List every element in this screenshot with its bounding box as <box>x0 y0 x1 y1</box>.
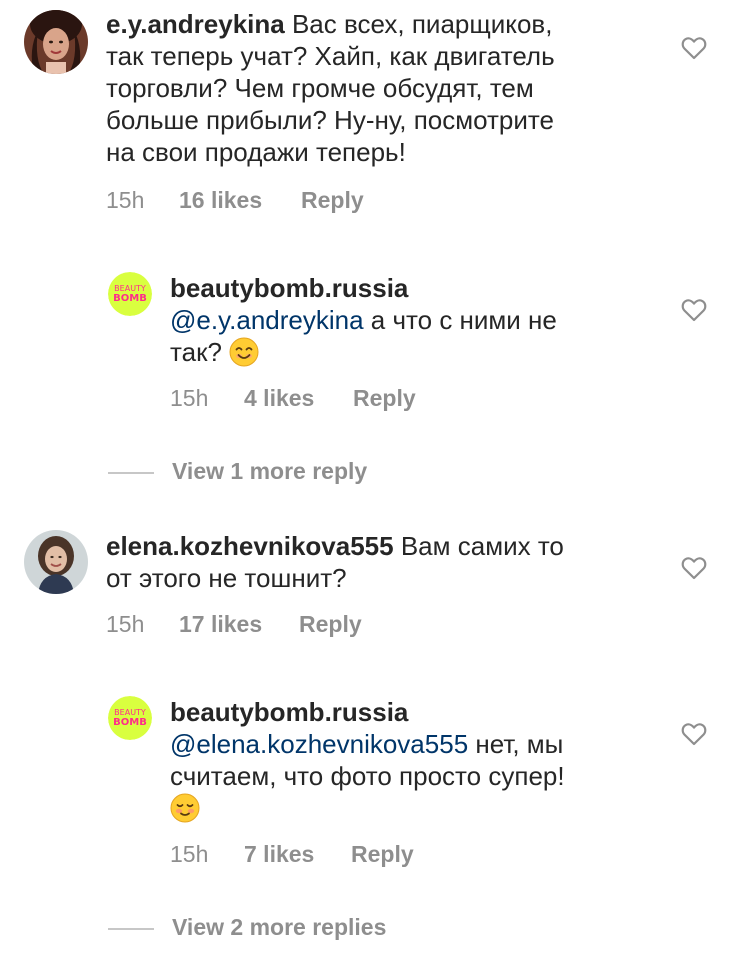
user-photo-icon <box>24 530 88 594</box>
comment-text-line: Вас всех, пиарщиков, <box>284 9 553 39</box>
blushing-smile-icon <box>170 793 200 823</box>
comment-text-line: торговли? Чем громче обсудят, тем <box>106 73 534 103</box>
comment-meta: 15h 17 likes Reply <box>106 610 506 638</box>
comment-text-line: так? <box>170 337 230 367</box>
svg-text:BEAUTY: BEAUTY <box>114 708 146 717</box>
comment-meta: 15h 4 likes Reply <box>170 384 570 412</box>
avatar-beautybomb-russia[interactable]: BEAUTY BOMB <box>108 272 152 316</box>
brand-logo-icon: BEAUTY BOMB <box>108 696 152 740</box>
user-photo-icon <box>24 10 88 74</box>
heart-icon[interactable] <box>681 36 707 60</box>
comment-text-line: Вам самих то <box>393 531 564 561</box>
avatar-e-y-andreykina[interactable] <box>24 10 88 74</box>
view-more-replies-button[interactable]: View 2 more replies <box>108 913 386 941</box>
comment-meta: 15h 16 likes Reply <box>106 186 506 214</box>
svg-text:BOMB: BOMB <box>113 717 147 728</box>
smiling-face-icon <box>229 337 259 367</box>
comment-likes[interactable]: 16 likes <box>179 186 262 214</box>
reply-button[interactable]: Reply <box>301 186 364 214</box>
comment-time: 15h <box>106 611 145 637</box>
reply-button[interactable]: Reply <box>351 840 414 868</box>
comment-text-line: больше прибыли? Ну-ну, посмотрите <box>106 105 554 135</box>
comment-text-line: а что с ними не <box>363 305 557 335</box>
view-more-label: View 1 more reply <box>172 458 368 484</box>
comment-text: e.y.andreykina Вас всех, пиарщиков, так … <box>106 8 666 168</box>
comment-text: beautybomb.russia @e.y.andreykina а что … <box>170 272 640 368</box>
comment-text-line: так теперь учат? Хайп, как двигатель <box>106 41 555 71</box>
svg-text:BOMB: BOMB <box>113 293 147 304</box>
comment-username[interactable]: beautybomb.russia <box>170 697 408 727</box>
comment-time: 15h <box>106 187 145 213</box>
mention-link[interactable]: @e.y.andreykina <box>170 305 364 335</box>
heart-icon[interactable] <box>681 722 707 746</box>
comment-meta: 15h 7 likes Reply <box>170 840 570 868</box>
comment-username[interactable]: beautybomb.russia <box>170 273 408 303</box>
mention-link[interactable]: @elena.kozhevnikova555 <box>170 729 468 759</box>
divider-line <box>108 927 154 930</box>
comment-time: 15h <box>170 385 209 411</box>
brand-logo-icon: BEAUTY BOMB <box>108 272 152 316</box>
reply-button[interactable]: Reply <box>353 384 416 412</box>
svg-text:BEAUTY: BEAUTY <box>114 284 146 293</box>
comment-username[interactable]: e.y.andreykina <box>106 9 285 39</box>
comment-text-line: нет, мы <box>468 729 564 759</box>
comment-text-line: на свои продажи теперь! <box>106 137 406 167</box>
divider-line <box>108 471 154 474</box>
avatar-elena-kozhevnikova555[interactable] <box>24 530 88 594</box>
view-more-label: View 2 more replies <box>172 914 387 940</box>
comment-text: elena.kozhevnikova555 Вам самих то от эт… <box>106 530 666 594</box>
comment-likes[interactable]: 17 likes <box>179 610 262 638</box>
comment-text-line: считаем, что фото просто супер! <box>170 761 565 791</box>
avatar-beautybomb-russia[interactable]: BEAUTY BOMB <box>108 696 152 740</box>
comment-likes[interactable]: 4 likes <box>244 384 314 412</box>
comment-text-line: от этого не тошнит? <box>106 563 347 593</box>
comment-username[interactable]: elena.kozhevnikova555 <box>106 531 394 561</box>
comment-likes[interactable]: 7 likes <box>244 840 314 868</box>
heart-icon[interactable] <box>681 298 707 322</box>
reply-button[interactable]: Reply <box>299 610 362 638</box>
view-more-replies-button[interactable]: View 1 more reply <box>108 457 367 485</box>
comment-text: beautybomb.russia @elena.kozhevnikova555… <box>170 696 650 824</box>
heart-icon[interactable] <box>681 556 707 580</box>
comment-time: 15h <box>170 841 209 867</box>
